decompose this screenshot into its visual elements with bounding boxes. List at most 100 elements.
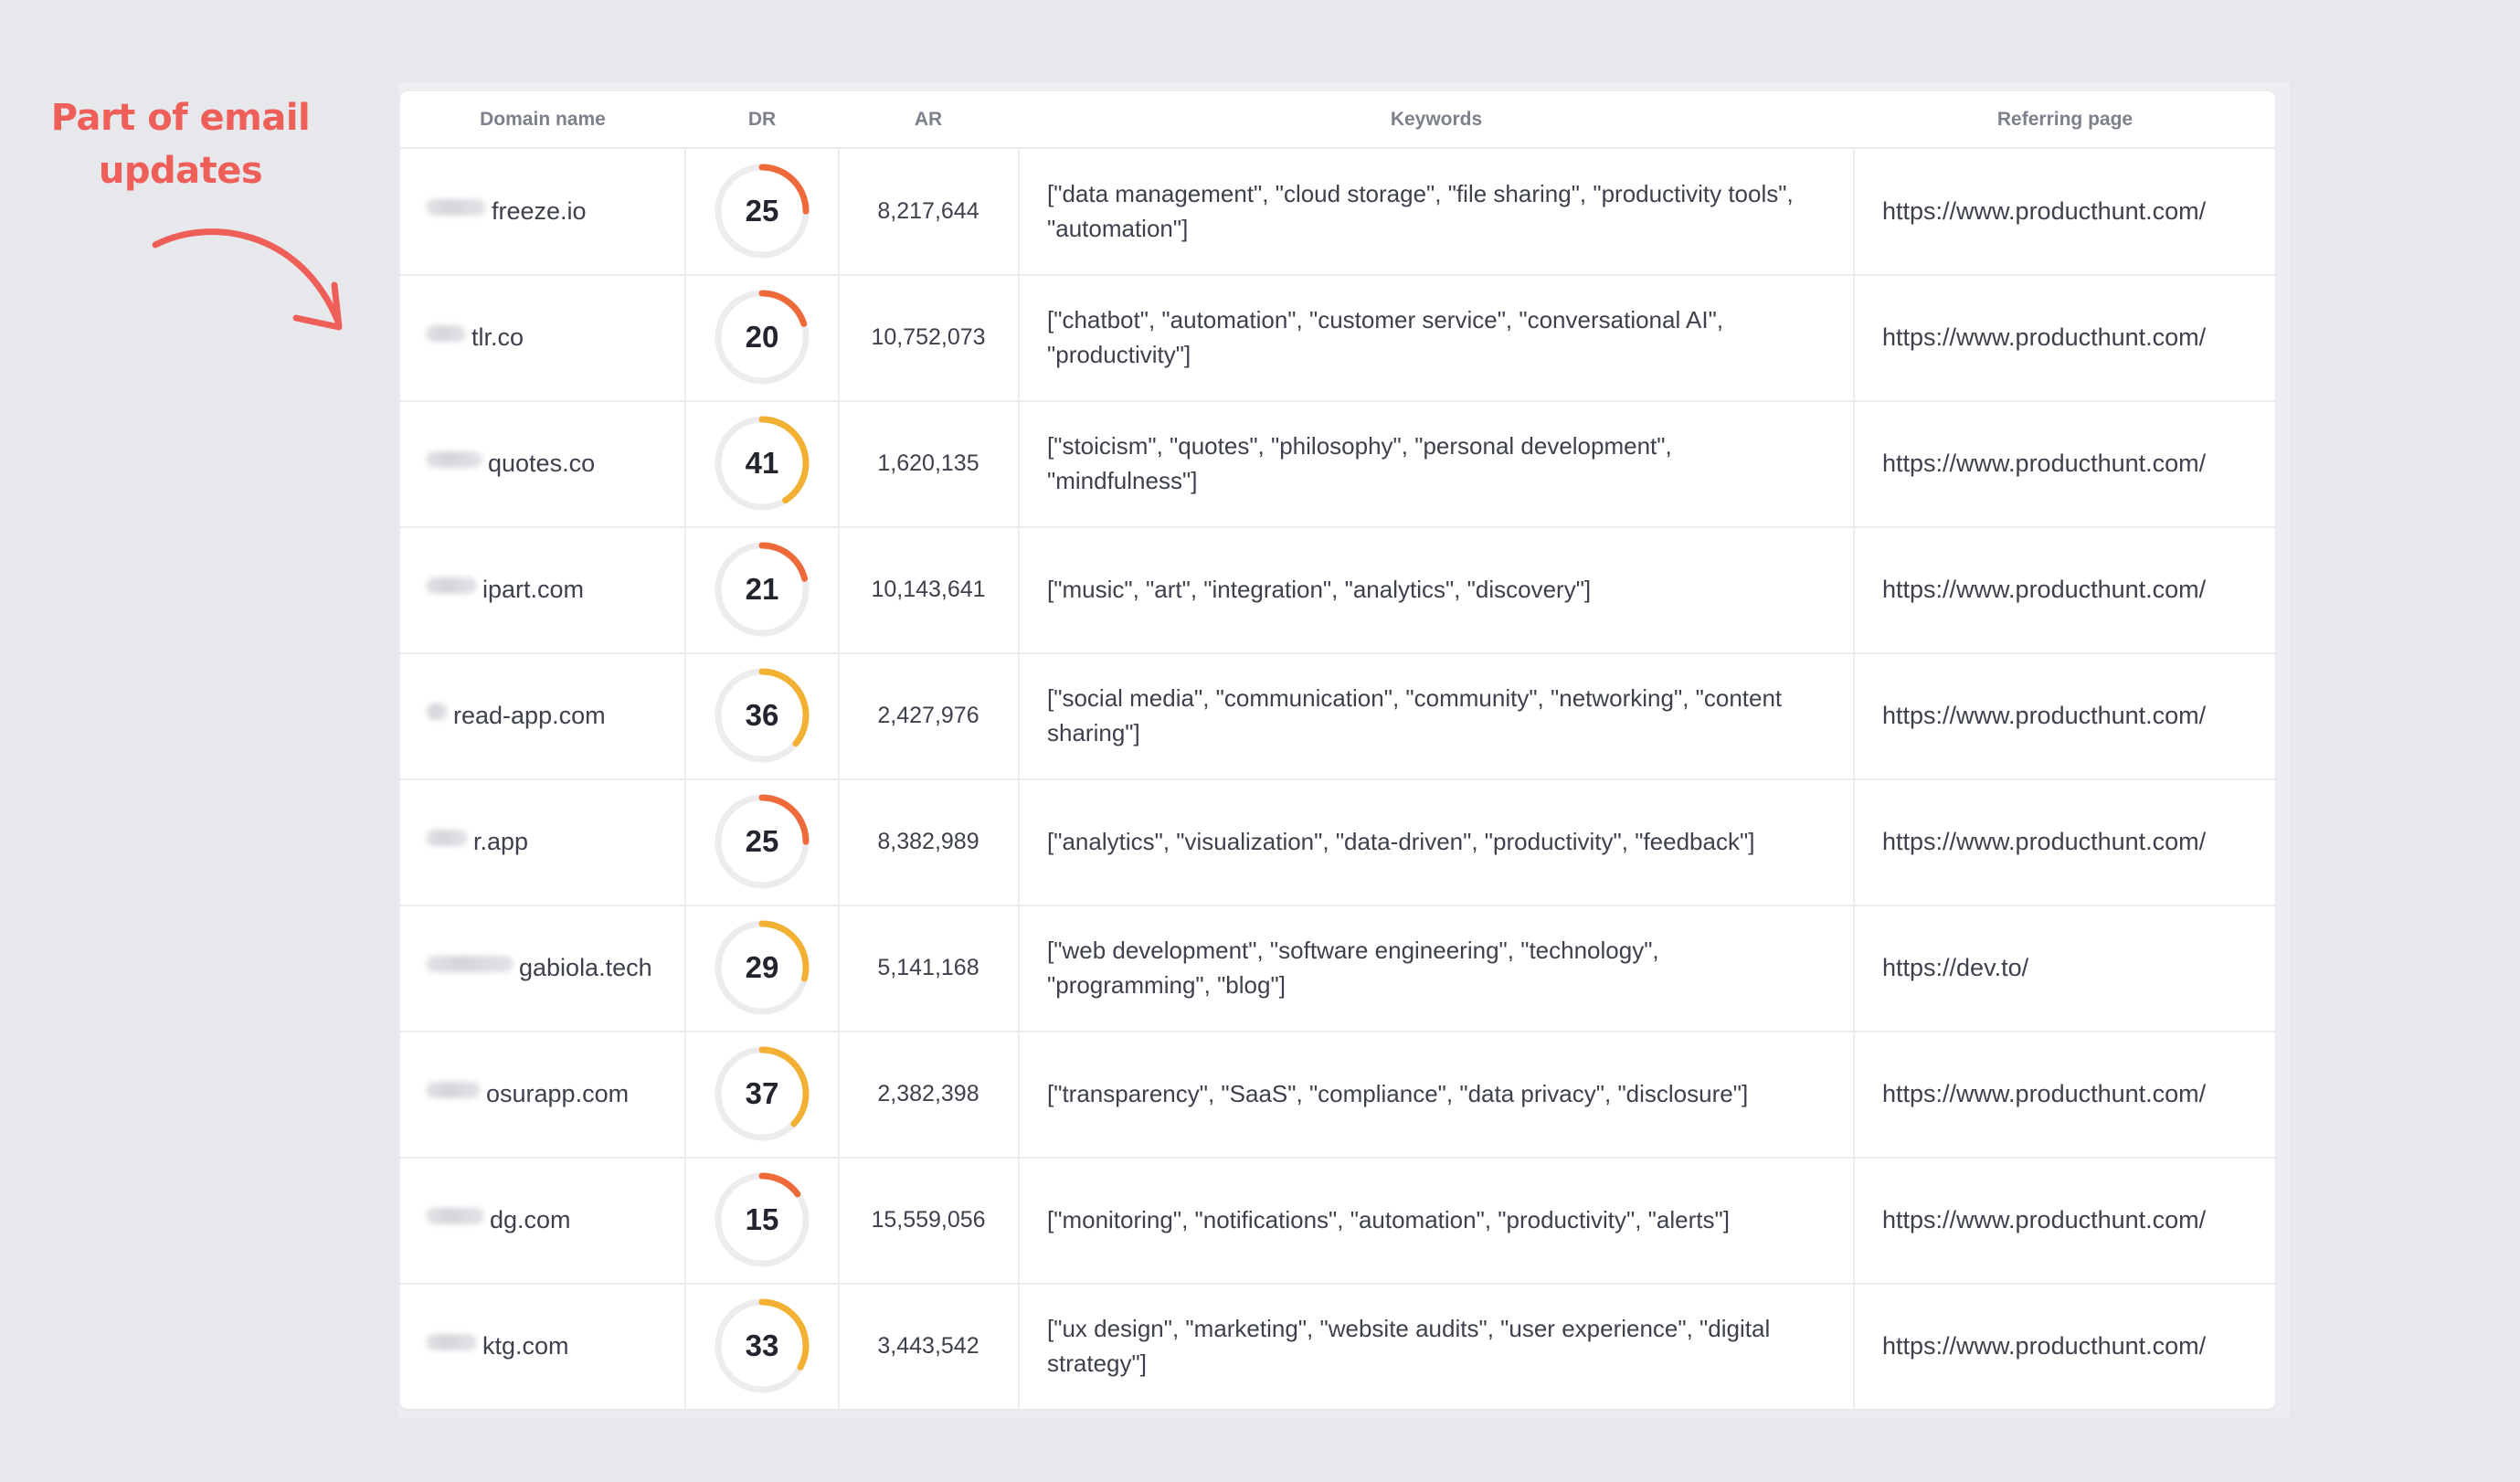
keywords-text: ["social media", "communication", "commu… <box>1047 684 1783 746</box>
dr-value: 15 <box>745 1202 779 1236</box>
dr-gauge: 41 <box>713 414 811 513</box>
domain-name: quotes.co <box>488 449 596 477</box>
keywords-cell: ["ux design", "marketing", "website audi… <box>1020 1283 1853 1409</box>
dr-value: 33 <box>745 1329 779 1362</box>
keywords-text: ["analytics", "visualization", "data-dri… <box>1047 828 1755 855</box>
domain-cell: ktg.com <box>400 1283 685 1409</box>
column-header-domain: Domain name <box>480 109 606 130</box>
annotation-line-2: updates <box>98 150 263 192</box>
keywords-text: ["music", "art", "integration", "analyti… <box>1047 576 1592 603</box>
email-updates-annotation: Part of email updates <box>27 91 334 197</box>
dr-gauge: 29 <box>713 918 811 1017</box>
dr-cell: 36 <box>685 652 839 778</box>
curved-arrow-icon <box>152 228 343 331</box>
domain-name: ipart.com <box>482 575 585 603</box>
domain-name: read-app.com <box>453 701 606 729</box>
referring-page-link[interactable]: https://www.producthunt.com/ <box>1855 148 2275 274</box>
dr-gauge: 25 <box>713 792 811 891</box>
keywords-text: ["web development", "software engineerin… <box>1047 937 1659 999</box>
referring-page-link[interactable]: https://dev.to/ <box>1855 905 2275 1031</box>
column-header-referring-page: Referring page <box>1996 109 2134 130</box>
column-header-keywords: Keywords <box>1390 109 1483 130</box>
dr-value: 36 <box>745 698 779 732</box>
keywords-text: ["transparency", "SaaS", "compliance", "… <box>1047 1080 1749 1107</box>
redacted-blur <box>426 1082 481 1098</box>
dr-value: 25 <box>745 194 779 228</box>
keywords-cell: ["social media", "communication", "commu… <box>1020 652 1853 778</box>
table-row: dg.com 15 15,559,056 ["monitoring", "notifi… <box>400 1157 2275 1285</box>
referring-page-link[interactable]: https://www.producthunt.com/ <box>1855 778 2275 905</box>
domain-cell: ipart.com <box>400 526 685 652</box>
domain-name: tlr.co <box>471 323 524 351</box>
ar-value: 8,217,644 <box>877 197 979 224</box>
dr-cell: 25 <box>685 148 839 274</box>
domain-cell: read-app.com <box>400 652 685 778</box>
keywords-cell: ["stoicism", "quotes", "philosophy", "pe… <box>1020 400 1853 526</box>
ar-value: 15,559,056 <box>871 1206 986 1233</box>
dr-cell: 29 <box>685 905 839 1031</box>
keywords-cell: ["analytics", "visualization", "data-dri… <box>1020 778 1853 905</box>
dr-gauge: 20 <box>713 288 811 386</box>
redacted-blur <box>426 577 477 594</box>
table-row: freeze.io 25 8,217,644 ["data management", … <box>400 148 2275 276</box>
referring-page-link[interactable]: https://www.producthunt.com/ <box>1855 1031 2275 1157</box>
table-row: gabiola.tech 29 5,141,168 ["web development… <box>400 905 2275 1032</box>
backlinks-table: Domain name DR AR Keywords Referring pag… <box>400 91 2275 1409</box>
domain-name: ktg.com <box>482 1331 569 1360</box>
domain-name: dg.com <box>490 1205 571 1233</box>
domain-name: r.app <box>473 827 529 855</box>
dr-gauge: 36 <box>713 666 811 765</box>
redacted-blur <box>426 1208 484 1224</box>
table-row: quotes.co 41 1,620,135 ["stoicism", "quotes… <box>400 400 2275 528</box>
dr-gauge: 33 <box>713 1297 811 1395</box>
domain-name: gabiola.tech <box>519 953 652 981</box>
ar-value: 2,427,976 <box>877 702 979 728</box>
keywords-cell: ["data management", "cloud storage", "fi… <box>1020 148 1853 274</box>
redacted-blur <box>426 325 466 342</box>
domain-cell: freeze.io <box>400 148 685 274</box>
domain-cell: quotes.co <box>400 400 685 526</box>
redacted-blur <box>426 830 468 846</box>
redacted-blur <box>426 956 514 972</box>
domain-cell: dg.com <box>400 1157 685 1283</box>
domain-name: freeze.io <box>492 196 587 225</box>
table-row: ktg.com 33 3,443,542 ["ux design", "marketi… <box>400 1283 2275 1409</box>
redacted-blur <box>426 199 486 216</box>
dr-gauge: 37 <box>713 1044 811 1143</box>
domain-cell: osurapp.com <box>400 1031 685 1157</box>
dr-cell: 41 <box>685 400 839 526</box>
table-row: ipart.com 21 10,143,641 ["music", "art", "i… <box>400 526 2275 654</box>
column-header-dr: DR <box>747 109 777 130</box>
keywords-cell: ["web development", "software engineerin… <box>1020 905 1853 1031</box>
redacted-blur <box>426 704 448 720</box>
referring-page-link[interactable]: https://www.producthunt.com/ <box>1855 1283 2275 1409</box>
dr-gauge: 25 <box>713 162 811 260</box>
dr-value: 20 <box>745 320 779 354</box>
domain-cell: r.app <box>400 778 685 905</box>
referring-page-link[interactable]: https://www.producthunt.com/ <box>1855 526 2275 652</box>
dr-cell: 37 <box>685 1031 839 1157</box>
keywords-cell: ["music", "art", "integration", "analyti… <box>1020 526 1853 652</box>
table-row: r.app 25 8,382,989 ["analytics", "visualiza… <box>400 778 2275 906</box>
ar-value: 5,141,168 <box>877 954 979 980</box>
ar-value: 10,752,073 <box>871 323 986 350</box>
dr-value: 25 <box>745 824 779 858</box>
dr-value: 41 <box>745 446 779 480</box>
referring-page-link[interactable]: https://www.producthunt.com/ <box>1855 274 2275 400</box>
table-row: osurapp.com 37 2,382,398 ["transparency", "… <box>400 1031 2275 1159</box>
redacted-blur <box>426 1334 477 1350</box>
referring-page-link[interactable]: https://www.producthunt.com/ <box>1855 652 2275 778</box>
referring-page-link[interactable]: https://www.producthunt.com/ <box>1855 1157 2275 1283</box>
dr-cell: 25 <box>685 778 839 905</box>
ar-value: 8,382,989 <box>877 828 979 854</box>
dr-gauge: 21 <box>713 540 811 639</box>
ar-value: 2,382,398 <box>877 1080 979 1106</box>
keywords-cell: ["transparency", "SaaS", "compliance", "… <box>1020 1031 1853 1157</box>
keywords-cell: ["monitoring", "notifications", "automat… <box>1020 1157 1853 1283</box>
dr-cell: 33 <box>685 1283 839 1409</box>
referring-page-link[interactable]: https://www.producthunt.com/ <box>1855 400 2275 526</box>
ar-value: 10,143,641 <box>871 576 986 602</box>
redacted-blur <box>426 451 482 468</box>
table-header: Domain name DR AR Keywords Referring pag… <box>400 91 2275 149</box>
dr-value: 37 <box>745 1076 779 1110</box>
